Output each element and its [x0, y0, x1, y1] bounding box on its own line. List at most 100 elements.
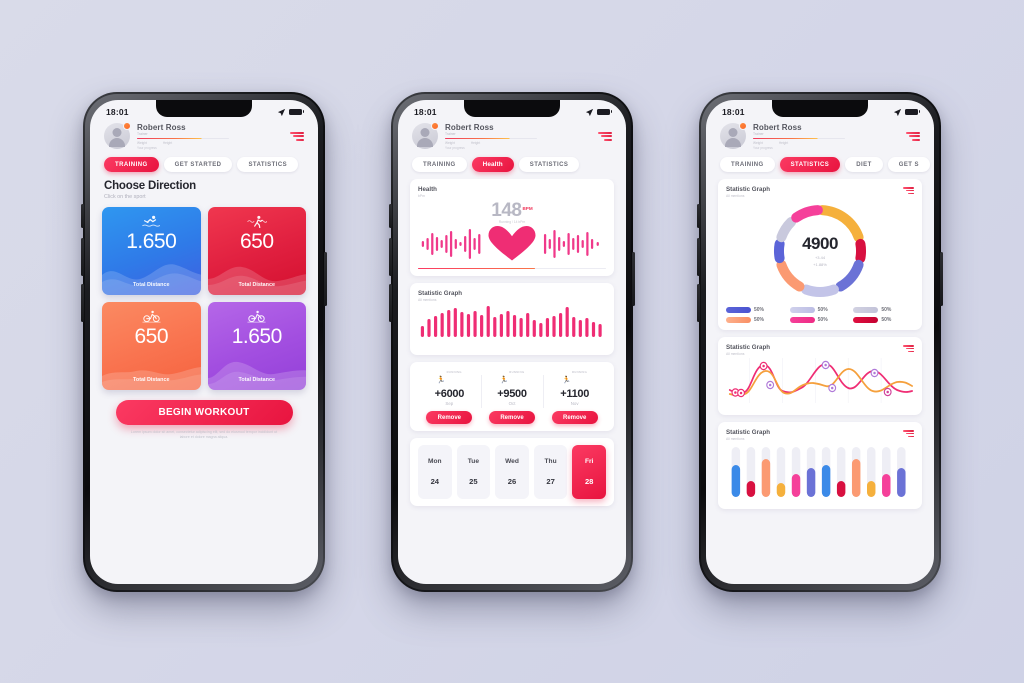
- day-item-mon[interactable]: Mon 24: [418, 445, 452, 500]
- power-button[interactable]: [632, 251, 635, 306]
- begin-workout-button[interactable]: BEGIN WORKOUT: [115, 399, 293, 425]
- mute-switch[interactable]: [81, 203, 84, 228]
- day-item-fri[interactable]: Fri 28: [572, 445, 606, 500]
- hamburger-menu-icon[interactable]: [598, 131, 612, 141]
- volume-up-button[interactable]: [81, 237, 84, 276]
- volume-up-button[interactable]: [389, 237, 392, 276]
- power-button[interactable]: [324, 251, 327, 306]
- line-chart-card: Statistic Graph All mentions: [718, 337, 922, 416]
- swimmer-icon: [142, 215, 161, 227]
- volume-down-button[interactable]: [389, 283, 392, 322]
- legend-swatch: [726, 307, 751, 314]
- card-menu-icon[interactable]: [903, 345, 914, 353]
- mute-switch[interactable]: [697, 203, 700, 228]
- profile-name: Robert Ross: [445, 122, 494, 132]
- stat-value: +1100: [560, 388, 590, 401]
- tab-get-started[interactable]: GET S: [887, 157, 930, 173]
- day-date: 27: [546, 477, 555, 487]
- volume-down-button[interactable]: [81, 283, 84, 322]
- hamburger-menu-icon[interactable]: [906, 131, 920, 141]
- bpm-readout: 148BPM Running / 14 bPm: [418, 200, 606, 224]
- profile-header[interactable]: Robert Ross Trainer Weight Height Your p…: [90, 120, 318, 150]
- profile-header[interactable]: Robert Ross Trainer Weight Height Your p…: [398, 120, 626, 150]
- remove-button[interactable]: Remove: [551, 411, 598, 425]
- profile-progress-bar: [445, 137, 537, 140]
- sport-card-swimming[interactable]: 1.650 Total Distance: [102, 206, 201, 295]
- content-statistics: Statistic Graph All mentions 4900 +3.44 …: [706, 179, 934, 583]
- profile-metrics: Weight Height: [137, 141, 283, 145]
- avatar[interactable]: [412, 122, 439, 150]
- legend-item: 50%: [853, 307, 914, 314]
- donut-delta-pct: +1.88%: [813, 262, 827, 268]
- volume-down-button[interactable]: [697, 283, 700, 322]
- stat-month: Oct: [508, 401, 516, 407]
- card-menu-icon[interactable]: [903, 187, 914, 195]
- donut-center-value: 4900: [802, 234, 838, 254]
- profile-metrics: Weight Height: [753, 141, 899, 145]
- sport-card-cycling-2[interactable]: 1.650 Total Distance: [207, 301, 306, 390]
- card-wave-graphic: [207, 361, 306, 390]
- profile-metric-left: Weight: [137, 140, 147, 145]
- phone-statistics: 18:01 Robert Ross Trainer Weight Height: [697, 91, 943, 592]
- volume-up-button[interactable]: [697, 237, 700, 276]
- sport-label: Total Distance: [238, 376, 275, 383]
- status-time: 18:01: [722, 107, 745, 117]
- tab-bar-training: TRAINING GET STARTED STATISTICS: [90, 150, 318, 179]
- profile-name: Robert Ross: [753, 122, 802, 132]
- profile-header[interactable]: Robert Ross Trainer Weight Height Your p…: [706, 120, 934, 150]
- day-date: 24: [430, 477, 440, 487]
- legend-item: 50%: [789, 317, 851, 324]
- stat-month: Nov: [570, 401, 579, 407]
- card-menu-icon[interactable]: [903, 430, 914, 438]
- legend-percent: 50%: [817, 307, 828, 314]
- card-wave-graphic: [102, 263, 201, 295]
- tab-diet[interactable]: DIET: [845, 157, 883, 173]
- bpm-value: 148: [491, 200, 522, 222]
- status-icons: [893, 108, 921, 117]
- day-date: 25: [469, 477, 478, 487]
- donut-chart-card: Statistic Graph All mentions 4900 +3.44 …: [718, 179, 922, 331]
- mute-switch[interactable]: [389, 203, 392, 228]
- remove-button[interactable]: Remove: [426, 411, 473, 425]
- health-card: Health bPm 148BPM Running / 14 bPm: [410, 179, 614, 277]
- bpm-unit: BPM: [522, 205, 533, 211]
- day-item-tue[interactable]: Tue 25: [456, 445, 491, 500]
- phone-training: 18:01 Robert Ross Trainer Weight Height: [81, 91, 327, 592]
- profile-subtitle: Trainer: [445, 132, 456, 136]
- battery-icon: [597, 108, 613, 116]
- tab-statistics[interactable]: STATISTICS: [237, 157, 299, 173]
- day-name: Tue: [467, 458, 479, 466]
- tab-statistics[interactable]: STATISTICS: [779, 157, 841, 173]
- day-item-thu[interactable]: Thu 27: [533, 445, 568, 500]
- tab-training[interactable]: TRAINING: [104, 157, 159, 173]
- status-icons: [585, 108, 613, 117]
- avatar[interactable]: [720, 122, 747, 150]
- tab-training[interactable]: TRAINING: [720, 157, 775, 173]
- monthly-stats-card: 🏃RUNNING +6000 Sep Remove 🏃RUNNING +9500…: [410, 362, 614, 432]
- sport-card-cycling-1[interactable]: 650 Total Distance: [102, 301, 201, 390]
- sport-card-running[interactable]: 650 Total Distance: [207, 206, 306, 295]
- hamburger-menu-icon[interactable]: [290, 131, 304, 141]
- legend-percent: 50%: [754, 317, 765, 324]
- sport-value: 1.650: [126, 229, 177, 253]
- phone-notch: [464, 99, 560, 117]
- tab-statistics[interactable]: STATISTICS: [518, 157, 580, 173]
- health-card-subtitle: bPm: [418, 194, 425, 199]
- tab-bar-statistics: TRAINING STATISTICS DIET GET S: [706, 150, 934, 179]
- tab-health[interactable]: Health: [471, 157, 514, 173]
- tab-training[interactable]: TRAINING: [412, 157, 467, 173]
- donut-chart: 4900 +3.44 +1.88%: [726, 199, 914, 303]
- power-button[interactable]: [940, 251, 943, 306]
- bar-card-title: Statistic Graph: [726, 429, 771, 437]
- tab-get-started[interactable]: GET STARTED: [163, 157, 233, 173]
- avatar[interactable]: [104, 122, 131, 150]
- phone-notch: [772, 99, 868, 117]
- location-arrow-icon: [585, 108, 594, 116]
- profile-info: Robert Ross Trainer Weight Height Your p…: [445, 122, 591, 150]
- sport-label: Total Distance: [238, 281, 275, 288]
- line-card-title: Statistic Graph: [726, 344, 771, 352]
- profile-info: Robert Ross Trainer Weight Height Your p…: [137, 123, 283, 150]
- footer-description: Lorem ipsum dolor sit amet, consectetur …: [130, 429, 278, 439]
- remove-button[interactable]: Remove: [489, 411, 535, 425]
- day-item-wed[interactable]: Wed 26: [495, 445, 529, 500]
